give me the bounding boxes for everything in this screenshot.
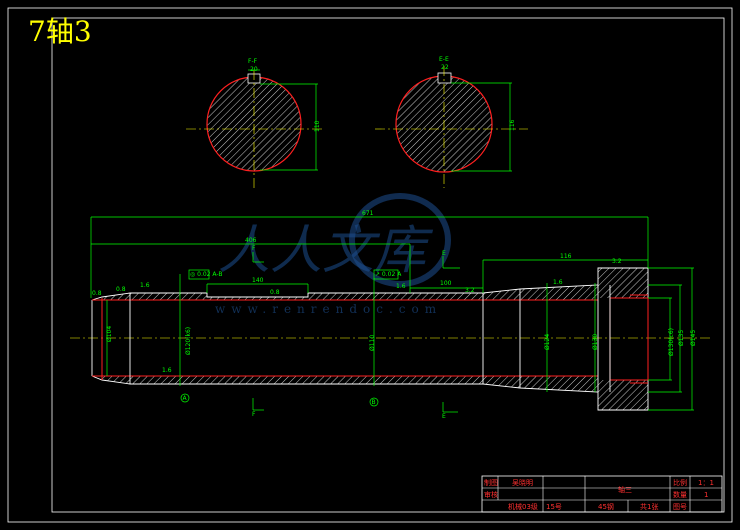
dim-dia-end-c: Ø145 [690,330,697,346]
section-e-depth: 116 [509,119,516,131]
section-view-e: E-E 22 116 [375,56,528,188]
roughness-9: 3.2 [612,258,622,265]
tb-drafter: 吴晓明 [512,478,533,487]
dim-left-length: 406 [245,237,257,244]
roughness-5: 0.8 [270,289,280,296]
roughness-1: 0.8 [92,290,102,297]
section-marker-e-top: E [442,250,446,257]
tb-drawing-no-label: 图号 [673,503,687,511]
dim-dia-bearing: Ø120(k6) [185,327,192,355]
roughness-2: 0.8 [116,286,126,293]
dim-dia-end-a: Ø130(c6) [668,328,675,356]
section-f-depth: 110 [314,120,321,132]
tolerance-frame-2: ↗ 0.02 A [375,271,402,278]
section-marker-f-top: F [252,245,256,252]
section-e-label: E-E [439,56,449,63]
dim-dia-mid: Ø110 [369,335,376,351]
tolerance-frame-1: ◎ 0.02 A-B [190,271,222,278]
dim-seg-100: 100 [440,280,452,287]
dim-seg-140: 140 [252,277,264,284]
roughness-3: 1.6 [140,282,150,289]
tb-check-label: 审核 [484,490,498,499]
dim-dia-right-a: Ø124 [544,334,551,350]
roughness-7: 3.2 [465,287,475,294]
tb-number: 15号 [546,503,562,511]
tb-material: 45钢 [598,502,614,511]
tb-class: 机械03级 [508,502,538,511]
datum-b: B [372,399,376,406]
title-block: 制图 吴晓明 轴三 比例 1：1 审核 数量 1 机械03级 15号 45钢 共… [481,475,723,513]
cad-drawing: 7轴3 F-F 20 110 E-E 22 116 人人文库 www.renre… [7,7,733,523]
section-f-label: F-F [248,58,258,65]
datum-a: A [183,395,188,402]
tb-qty-value: 1 [704,491,708,499]
section-e-width: 22 [441,64,449,71]
roughness-4: 1.6 [162,367,172,374]
tb-scale-value: 1：1 [698,479,714,487]
roughness-8: 1.6 [553,279,563,286]
section-marker-f-bottom: F [252,411,256,418]
tb-draw-label: 制图 [484,478,498,487]
section-view-f: F-F 20 110 [186,58,325,190]
section-marker-e-bottom: E [442,413,446,420]
tb-qty-label: 数量 [673,490,687,499]
svg-text:人人文库: 人人文库 [218,221,434,281]
section-f-width: 20 [250,66,258,73]
tb-sheet-count: 共1张 [640,502,658,511]
dim-dia-end-b: Ø135 [678,330,685,346]
dim-dia-right-b: Ø130 [592,334,599,350]
drawing-title: 7轴3 [28,15,92,48]
dim-dia-left: Ø104 [106,326,113,342]
svg-text:www.renrendoc.com: www.renrendoc.com [215,302,442,316]
roughness-6: 1.6 [396,283,406,290]
shaft-main-view [70,267,712,411]
dim-seg-116: 116 [560,253,572,260]
tb-part-name: 轴三 [618,485,632,494]
dim-overall-length: 671 [362,210,374,217]
tb-scale-label: 比例 [673,478,687,487]
